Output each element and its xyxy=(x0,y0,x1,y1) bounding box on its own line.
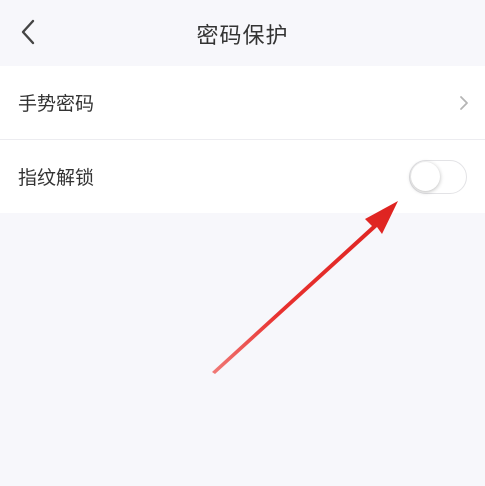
gesture-password-row[interactable]: 手势密码 xyxy=(0,66,485,139)
header-bar: 密码保护 xyxy=(0,0,485,66)
fingerprint-unlock-row: 指纹解锁 xyxy=(0,139,485,213)
chevron-right-icon xyxy=(460,95,468,110)
fingerprint-unlock-toggle[interactable] xyxy=(409,159,467,194)
gesture-password-label: 手势密码 xyxy=(18,93,95,115)
page-title: 密码保护 xyxy=(196,24,289,49)
toggle-knob xyxy=(411,161,440,191)
fingerprint-unlock-label: 指纹解锁 xyxy=(18,167,95,189)
settings-list: 手势密码 指纹解锁 xyxy=(0,66,485,213)
